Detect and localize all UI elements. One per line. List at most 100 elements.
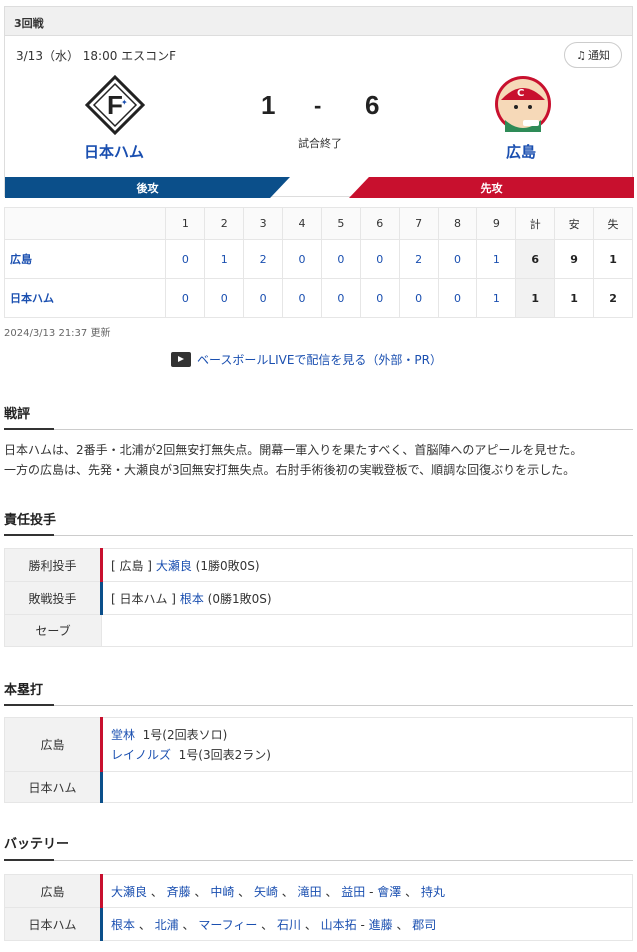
header-hits: 安 bbox=[554, 207, 595, 240]
svg-text:C: C bbox=[517, 88, 524, 99]
bell-icon: ♫ bbox=[576, 48, 586, 62]
game-review-text: 日本ハムは、2番手・北浦が2回無安打無失点。開幕一軍入りを果たすべく、首脳陣への… bbox=[4, 440, 634, 480]
header-inning-1: 1 bbox=[165, 207, 206, 240]
battery-player[interactable]: 石川 bbox=[277, 918, 301, 932]
inning-score[interactable]: 1 bbox=[476, 278, 517, 318]
inning-score[interactable]: 0 bbox=[359, 239, 400, 279]
line-score-header: 1 2 3 4 5 6 7 8 9 計 安 失 bbox=[3, 207, 633, 240]
baseball-live-link[interactable]: ベースボールLIVEで配信を見る（外部・PR） bbox=[171, 351, 442, 368]
home-team-logo[interactable]: F ✦ bbox=[84, 74, 146, 136]
battery-player[interactable]: 北浦 bbox=[155, 918, 179, 932]
total-runs: 6 bbox=[515, 239, 556, 279]
inning-score[interactable]: 0 bbox=[243, 278, 284, 318]
homeruns-row-away: 広島 堂林 1号(2回表ソロ) レイノルズ 1号(3回表2ラン) bbox=[4, 717, 633, 772]
battery-player[interactable]: 中崎 bbox=[210, 885, 234, 899]
lose-pitcher-label: 敗戦投手 bbox=[4, 581, 102, 615]
game-card: 3回戦 3/13（水） 18:00 エスコンF ♫ 通知 F ✦ 日本ハム 1 … bbox=[4, 6, 634, 198]
inning-score[interactable]: 0 bbox=[282, 239, 322, 279]
battery-home-label: 日本ハム bbox=[4, 907, 102, 941]
home-team-name[interactable]: 日本ハム bbox=[84, 141, 144, 162]
total-errors: 1 bbox=[593, 239, 633, 279]
win-pitcher-team: [ 広島 ] bbox=[111, 558, 152, 573]
score-separator: - bbox=[314, 93, 322, 118]
svg-text:✦: ✦ bbox=[121, 98, 128, 107]
inning-score[interactable]: 0 bbox=[320, 239, 361, 279]
inning-score[interactable]: 0 bbox=[282, 278, 322, 318]
homeruns-home-value bbox=[100, 771, 633, 803]
save-pitcher-value bbox=[101, 614, 633, 647]
lose-pitcher-name[interactable]: 根本 bbox=[180, 592, 204, 606]
lose-pitcher-team: [ 日本ハム ] bbox=[111, 591, 176, 606]
inning-score[interactable]: 0 bbox=[437, 239, 478, 279]
away-score: 6 bbox=[365, 90, 380, 120]
homeruns-divider bbox=[4, 704, 633, 706]
homerun-detail: 1号(3回表2ラン) bbox=[178, 747, 271, 762]
homerun-entry: レイノルズ 1号(3回表2ラン) bbox=[111, 745, 632, 765]
header-inning-2: 2 bbox=[204, 207, 245, 240]
line-score-table: 1 2 3 4 5 6 7 8 9 計 安 失 広島 0 1 2 0 0 0 2… bbox=[3, 207, 633, 318]
battery-player[interactable]: 會澤 bbox=[377, 885, 401, 899]
win-pitcher-name[interactable]: 大瀬良 bbox=[156, 559, 192, 573]
homeruns-row-home: 日本ハム bbox=[4, 771, 633, 803]
inning-score[interactable]: 0 bbox=[359, 278, 400, 318]
win-pitcher-value: [ 広島 ] 大瀬良 (1勝0敗0S) bbox=[100, 548, 633, 582]
inning-score[interactable]: 0 bbox=[204, 278, 245, 318]
header-inning-7: 7 bbox=[398, 207, 439, 240]
review-heading: 戦評 bbox=[4, 407, 31, 422]
battery-player[interactable]: 山本拓 bbox=[321, 918, 357, 932]
win-pitcher-record: (1勝0敗0S) bbox=[195, 558, 260, 573]
review-line: 一方の広島は、先発・大瀬良が3回無安打無失点。右肘手術後初の実戦登板で、順調な回… bbox=[4, 463, 576, 477]
header-blank bbox=[3, 207, 167, 240]
notify-button[interactable]: ♫ 通知 bbox=[564, 42, 622, 68]
inning-score[interactable]: 2 bbox=[243, 239, 284, 279]
total-hits: 1 bbox=[554, 278, 595, 318]
homerun-detail: 1号(2回表ソロ) bbox=[142, 727, 228, 742]
line-score-row-home: 日本ハム 0 0 0 0 0 0 0 0 1 1 1 2 bbox=[3, 278, 633, 318]
home-batting-order-bar: 後攻 bbox=[5, 177, 290, 198]
save-pitcher-label: セーブ bbox=[4, 614, 102, 647]
play-icon bbox=[171, 352, 191, 367]
inning-score[interactable]: 0 bbox=[437, 278, 478, 318]
inning-score[interactable]: 0 bbox=[165, 239, 206, 279]
battery-player[interactable]: マーフィー bbox=[198, 918, 257, 932]
battery-player[interactable]: 益田 bbox=[341, 885, 365, 899]
battery-divider bbox=[4, 859, 633, 861]
battery-player[interactable]: 斉藤 bbox=[167, 885, 191, 899]
battery-row-home: 日本ハム 根本 、 北浦 、 マーフィー 、 石川 、 山本拓 - 進藤 、 郡… bbox=[4, 907, 633, 941]
inning-score[interactable]: 0 bbox=[165, 278, 206, 318]
inning-score[interactable]: 1 bbox=[204, 239, 245, 279]
game-status: 試合終了 bbox=[298, 137, 342, 150]
away-team-logo[interactable]: C bbox=[493, 74, 553, 134]
row-team-name[interactable]: 日本ハム bbox=[3, 278, 167, 318]
header-errors: 失 bbox=[593, 207, 633, 240]
win-pitcher-row: 勝利投手 [ 広島 ] 大瀬良 (1勝0敗0S) bbox=[4, 548, 633, 582]
inning-score[interactable]: 0 bbox=[398, 278, 439, 318]
inning-score[interactable]: 1 bbox=[476, 239, 517, 279]
homerun-player[interactable]: レイノルズ bbox=[111, 748, 171, 762]
battery-player[interactable]: 根本 bbox=[111, 918, 135, 932]
battery-player[interactable]: 矢崎 bbox=[254, 885, 278, 899]
battery-player[interactable]: 郡司 bbox=[412, 918, 436, 932]
inning-score[interactable]: 2 bbox=[398, 239, 439, 279]
total-runs: 1 bbox=[515, 278, 556, 318]
lose-pitcher-record: (0勝1敗0S) bbox=[207, 591, 272, 606]
battery-away-label: 広島 bbox=[4, 874, 102, 908]
total-errors: 2 bbox=[593, 278, 633, 318]
battery-player[interactable]: 進藤 bbox=[369, 918, 393, 932]
inning-score[interactable]: 0 bbox=[320, 278, 361, 318]
battery-player[interactable]: 大瀬良 bbox=[111, 885, 147, 899]
baseball-live-label: ベースボールLIVEで配信を見る（外部・PR） bbox=[197, 353, 442, 367]
homeruns-heading: 本塁打 bbox=[4, 683, 44, 698]
homerun-player[interactable]: 堂林 bbox=[111, 728, 135, 742]
battery-player[interactable]: 持丸 bbox=[421, 885, 445, 899]
row-team-name[interactable]: 広島 bbox=[3, 239, 167, 279]
header-inning-4: 4 bbox=[282, 207, 322, 240]
homeruns-away-label: 広島 bbox=[4, 717, 102, 772]
home-score: 1 bbox=[261, 90, 276, 120]
battery-table: 広島 大瀬良 、 斉藤 、 中崎 、 矢崎 、 滝田 、 益田 - 會澤 、 持… bbox=[4, 874, 633, 941]
header-inning-3: 3 bbox=[243, 207, 284, 240]
battery-player[interactable]: 滝田 bbox=[298, 885, 322, 899]
header-total: 計 bbox=[515, 207, 556, 240]
review-line: 日本ハムは、2番手・北浦が2回無安打無失点。開幕一軍入りを果たすべく、首脳陣への… bbox=[4, 443, 583, 457]
away-team-name[interactable]: 広島 bbox=[506, 141, 536, 162]
